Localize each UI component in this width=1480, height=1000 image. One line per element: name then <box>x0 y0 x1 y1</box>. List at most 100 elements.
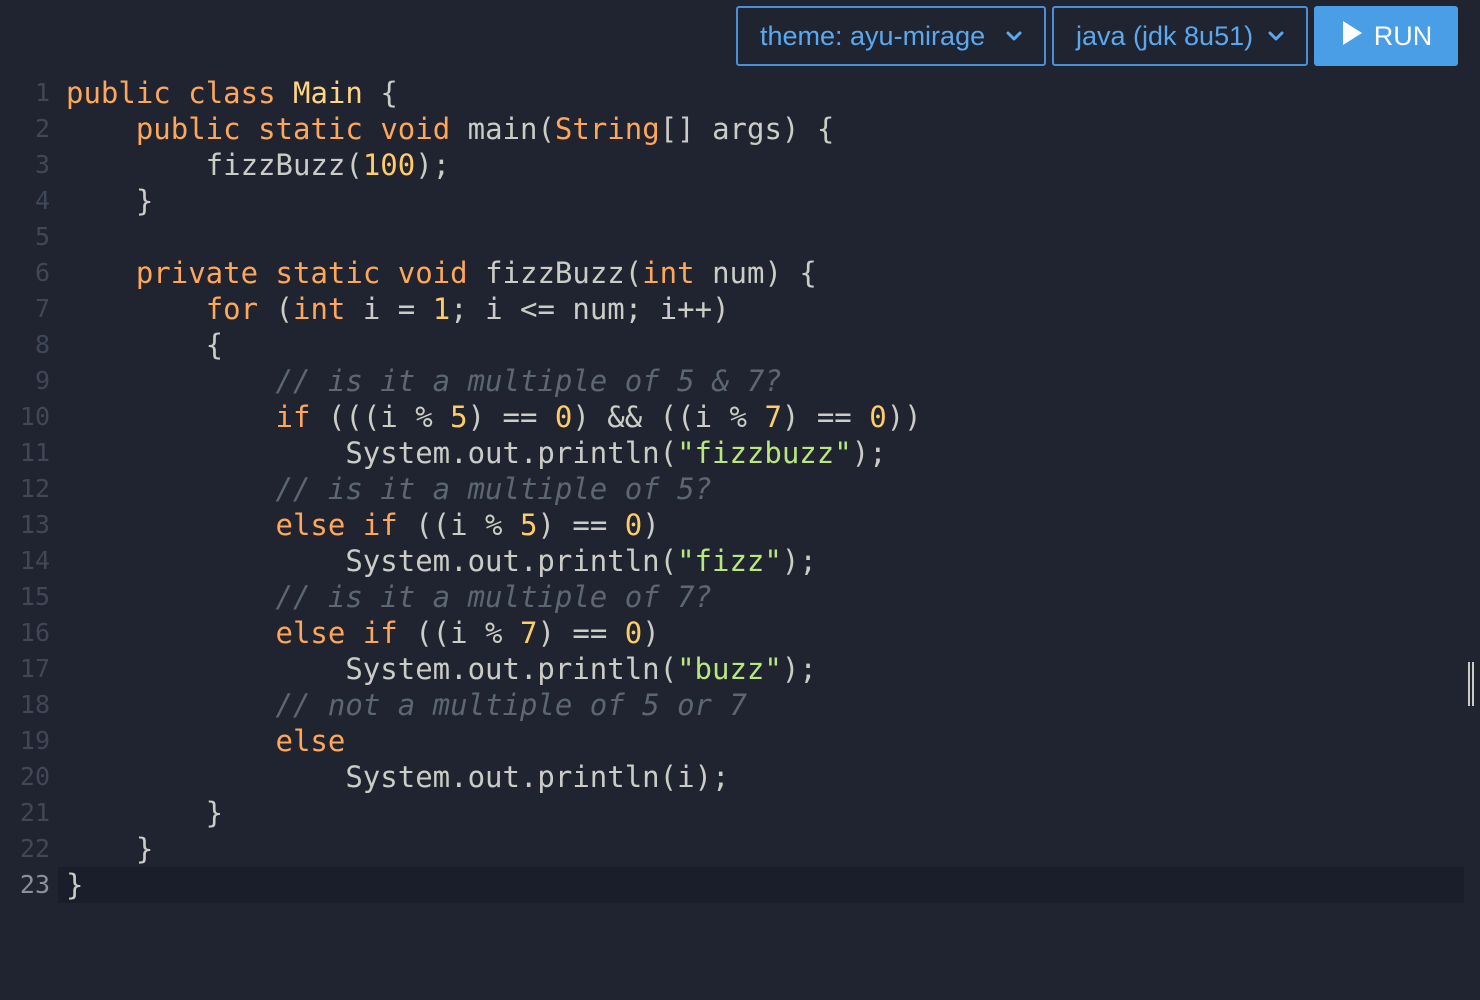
code-token: 0 <box>554 400 573 434</box>
code-text: } <box>66 795 223 831</box>
code-token: int <box>293 292 346 326</box>
code-line[interactable]: 4 } <box>0 183 1480 219</box>
code-token: Main <box>293 76 363 110</box>
code-token: // is it a multiple of 5 & 7? <box>275 364 782 398</box>
line-number: 7 <box>34 294 50 323</box>
code-token: if <box>275 400 311 434</box>
scrollbar-handle[interactable] <box>1468 662 1474 706</box>
code-token: 7 <box>764 400 782 434</box>
code-text: else if ((i % 5) == 0) <box>66 507 660 543</box>
code-token: 100 <box>362 148 416 182</box>
code-token: class <box>188 76 276 110</box>
toolbar: theme: ayu-mirage java (jdk 8u51) RUN <box>736 6 1458 66</box>
code-text: if (((i % 5) == 0) && ((i % 7) == 0)) <box>66 399 922 435</box>
code-line[interactable]: 10 if (((i % 5) == 0) && ((i % 7) == 0)) <box>0 399 1480 435</box>
code-token: ( <box>258 292 293 326</box>
code-token: System.out.println(i); <box>66 760 730 794</box>
code-token: ((i % <box>397 508 520 542</box>
language-select[interactable]: java (jdk 8u51) <box>1052 6 1308 66</box>
code-text: { <box>66 327 223 363</box>
code-text: else if ((i % 7) == 0) <box>66 615 660 651</box>
code-token: else <box>275 724 346 758</box>
code-line[interactable]: 22 } <box>0 831 1480 867</box>
code-token: public <box>66 76 171 110</box>
play-icon <box>1340 19 1364 54</box>
code-line[interactable]: 17 System.out.println("buzz"); <box>0 651 1480 687</box>
line-number: 9 <box>34 366 50 395</box>
code-token: System.out.println( <box>66 544 678 578</box>
code-token: else <box>275 616 346 650</box>
code-token: // not a multiple of 5 or 7 <box>275 688 747 722</box>
code-token: ); <box>781 652 817 686</box>
code-text: // is it a multiple of 7? <box>66 579 713 615</box>
code-token: 1 <box>432 292 451 326</box>
code-line[interactable]: 20 System.out.println(i); <box>0 759 1480 795</box>
code-line[interactable]: 19 else <box>0 723 1480 759</box>
code-line[interactable]: 15 // is it a multiple of 7? <box>0 579 1480 615</box>
line-number: 10 <box>19 402 50 431</box>
line-number: 13 <box>19 510 50 539</box>
code-line[interactable]: 16 else if ((i % 7) == 0) <box>0 615 1480 651</box>
code-line[interactable]: 2 public static void main(String[] args)… <box>0 111 1480 147</box>
code-token: [] args) { <box>659 112 835 146</box>
code-line[interactable]: 11 System.out.println("fizzbuzz"); <box>0 435 1480 471</box>
code-text: // is it a multiple of 5? <box>66 471 713 507</box>
code-text: private static void fizzBuzz(int num) { <box>66 255 817 291</box>
code-line[interactable]: 13 else if ((i % 5) == 0) <box>0 507 1480 543</box>
theme-select[interactable]: theme: ayu-mirage <box>736 6 1046 66</box>
code-line[interactable]: 21 } <box>0 795 1480 831</box>
code-token: "fizz" <box>677 544 782 578</box>
chevron-down-icon <box>1268 31 1284 41</box>
code-token: // is it a multiple of 7? <box>275 580 713 614</box>
line-number: 11 <box>19 438 50 467</box>
code-line[interactable]: 5 <box>0 219 1480 255</box>
line-number: 19 <box>19 726 50 755</box>
code-line[interactable]: 3 fizzBuzz(100); <box>0 147 1480 183</box>
code-line[interactable]: 9 // is it a multiple of 5 & 7? <box>0 363 1480 399</box>
code-line[interactable]: 1 public class Main { <box>0 75 1480 111</box>
code-token: 7 <box>519 616 538 650</box>
line-number: 3 <box>34 150 50 179</box>
code-token: 0 <box>624 616 643 650</box>
code-line[interactable]: 12 // is it a multiple of 5? <box>0 471 1480 507</box>
code-token: ); <box>415 148 451 182</box>
code-line[interactable]: 6 private static void fizzBuzz(int num) … <box>0 255 1480 291</box>
code-line[interactable]: 8 { <box>0 327 1480 363</box>
theme-select-label: theme: ayu-mirage <box>760 20 986 51</box>
code-text: } <box>66 831 153 867</box>
run-button[interactable]: RUN <box>1314 6 1458 66</box>
code-token: { <box>362 76 398 110</box>
code-text: else <box>66 723 346 759</box>
code-token: } <box>66 796 224 830</box>
code-line[interactable]: 23} <box>20 867 1464 903</box>
code-text: } <box>66 867 83 903</box>
code-token: 0 <box>624 508 643 542</box>
chevron-down-icon <box>1006 31 1022 41</box>
code-token: "buzz" <box>677 652 782 686</box>
code-text: // is it a multiple of 5 & 7? <box>66 363 782 399</box>
line-number: 16 <box>19 618 50 647</box>
code-token: "fizzbuzz" <box>677 436 852 470</box>
line-number: 22 <box>19 834 50 863</box>
code-text: System.out.println("fizzbuzz"); <box>66 435 886 471</box>
code-text: for (int i = 1; i <= num; i++) <box>66 291 730 327</box>
code-token: ); <box>781 544 817 578</box>
code-line[interactable]: 7 for (int i = 1; i <= num; i++) <box>0 291 1480 327</box>
code-line[interactable]: 18 // not a multiple of 5 or 7 <box>0 687 1480 723</box>
code-editor[interactable]: 1 public class Main {2 public static void… <box>0 75 1480 903</box>
code-token: String <box>554 112 660 146</box>
code-line[interactable]: 14 System.out.println("fizz"); <box>0 543 1480 579</box>
line-number: 23 <box>19 870 50 899</box>
code-token: if <box>362 508 398 542</box>
code-token: void <box>397 256 468 290</box>
